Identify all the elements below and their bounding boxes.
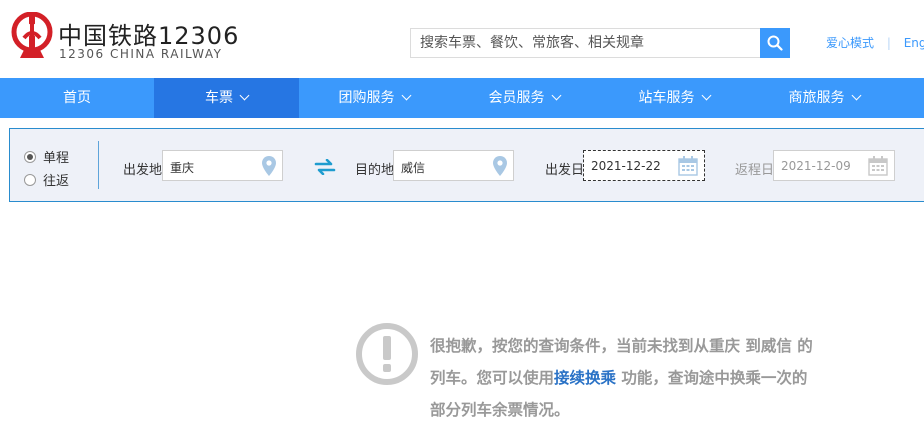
chevron-down-icon bbox=[401, 90, 411, 101]
trip-type-one-way[interactable]: 单程 bbox=[24, 147, 69, 166]
nav-item-label: 站车服务 bbox=[638, 90, 695, 106]
nav-item-label: 车票 bbox=[205, 90, 233, 106]
site-search bbox=[410, 28, 790, 58]
link-separator: | bbox=[886, 36, 891, 50]
depart-date-label: 出发日 bbox=[545, 163, 585, 178]
chevron-down-icon bbox=[551, 90, 561, 101]
nav-item-label: 商旅服务 bbox=[788, 90, 845, 106]
nav-item-member-services[interactable]: 会员服务 bbox=[449, 78, 599, 118]
message-text: 列车。您可以使用 bbox=[430, 368, 555, 387]
trip-type-round-trip[interactable]: 往返 bbox=[24, 170, 69, 189]
divider bbox=[98, 141, 99, 189]
english-link[interactable]: English bbox=[904, 36, 924, 50]
chevron-down-icon bbox=[701, 90, 711, 101]
location-pin-icon bbox=[262, 156, 276, 176]
top-links: 爱心模式 | English bbox=[826, 34, 924, 51]
search-button[interactable] bbox=[760, 28, 790, 58]
china-railway-logo-icon[interactable] bbox=[10, 12, 54, 62]
to-station-field[interactable]: 威信 bbox=[393, 150, 514, 181]
nav-item-label: 首页 bbox=[63, 90, 91, 106]
message-line-3: 部分列车余票情况。 bbox=[430, 400, 570, 419]
trip-type-label: 往返 bbox=[43, 174, 70, 189]
brand-title[interactable]: 中国铁路12306 bbox=[58, 16, 239, 51]
message-line-1: 很抱歉，按您的查询条件，当前未找到从重庆 到威信 的 bbox=[430, 336, 813, 355]
main-nav: 首页 车票 团购服务 会员服务 站车服务 商旅服务 bbox=[0, 78, 924, 118]
nav-item-label: 团购服务 bbox=[338, 90, 395, 106]
no-results-message: 很抱歉，按您的查询条件，当前未找到从重庆 到威信 的 列车。您可以使用接续换乘 … bbox=[430, 330, 860, 426]
calendar-icon bbox=[868, 156, 888, 176]
site-header: 中国铁路12306 12306 CHINA RAILWAY 爱心模式 | Eng… bbox=[0, 0, 924, 78]
radio-unchecked-icon[interactable] bbox=[24, 173, 36, 186]
nav-item-label: 会员服务 bbox=[488, 90, 545, 106]
swap-stations-icon[interactable] bbox=[314, 159, 336, 175]
from-station-field[interactable]: 重庆 bbox=[162, 150, 283, 181]
return-date-field[interactable]: 2021-12-09 bbox=[773, 150, 895, 181]
from-station-value: 重庆 bbox=[170, 161, 195, 175]
from-label: 出发地 bbox=[123, 163, 163, 178]
return-date-value: 2021-12-09 bbox=[781, 159, 851, 173]
to-label: 目的地 bbox=[355, 163, 395, 178]
search-input[interactable] bbox=[410, 28, 760, 58]
radio-checked-icon[interactable] bbox=[24, 150, 36, 163]
brand-subtitle: 12306 CHINA RAILWAY bbox=[59, 47, 223, 61]
nav-item-group-services[interactable]: 团购服务 bbox=[299, 78, 449, 118]
transfer-search-link[interactable]: 接续换乘 bbox=[554, 368, 616, 387]
nav-item-station-services[interactable]: 站车服务 bbox=[599, 78, 749, 118]
chevron-down-icon bbox=[851, 90, 861, 101]
nav-item-home[interactable]: 首页 bbox=[0, 78, 154, 118]
trip-type-label: 单程 bbox=[43, 151, 70, 166]
warning-exclamation-icon bbox=[356, 323, 418, 385]
chevron-down-icon bbox=[239, 90, 250, 101]
nav-item-tickets[interactable]: 车票 bbox=[154, 78, 299, 118]
ticket-query-bar: 单程 往返 出发地 重庆 目的地 威信 出发日 2021-12-22 返程日 2… bbox=[9, 128, 924, 202]
message-text: 功能，查询途中换乘一次的 bbox=[616, 368, 808, 387]
location-pin-icon bbox=[493, 156, 507, 176]
depart-date-field[interactable]: 2021-12-22 bbox=[583, 150, 705, 181]
depart-date-value: 2021-12-22 bbox=[591, 159, 661, 173]
message-line-2: 列车。您可以使用接续换乘 功能，查询途中换乘一次的 bbox=[430, 362, 860, 394]
care-mode-link[interactable]: 爱心模式 bbox=[826, 36, 874, 50]
calendar-icon bbox=[678, 156, 698, 176]
return-date-label: 返程日 bbox=[735, 163, 775, 178]
to-station-value: 威信 bbox=[401, 161, 426, 175]
nav-item-business-services[interactable]: 商旅服务 bbox=[749, 78, 899, 118]
search-icon bbox=[767, 35, 783, 51]
